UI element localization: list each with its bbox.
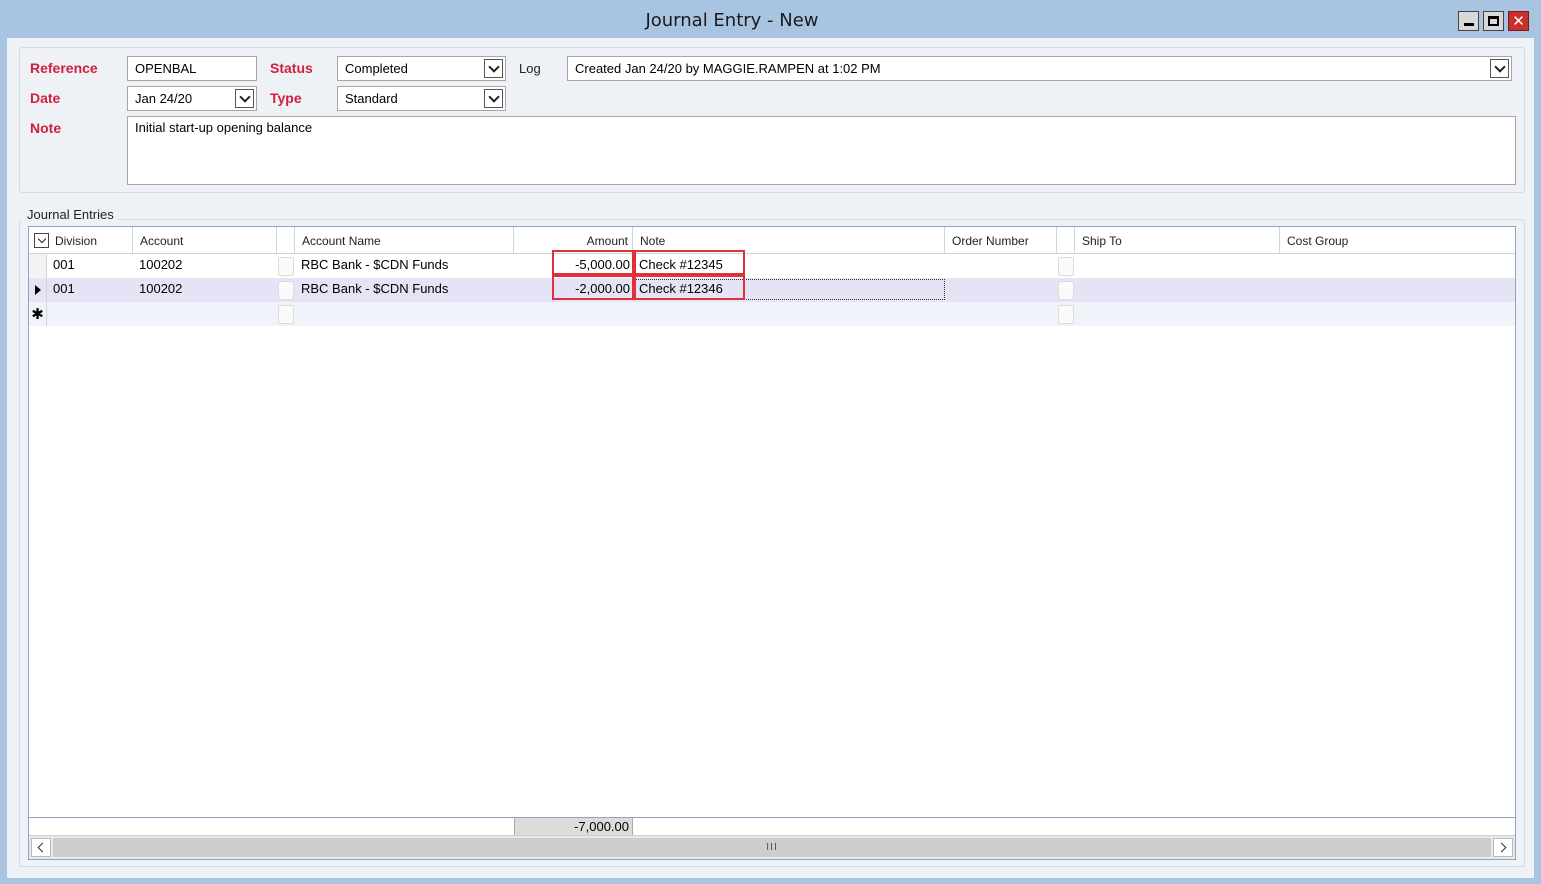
status-label: Status — [270, 60, 313, 76]
column-header-cost-group[interactable]: Cost Group — [1280, 227, 1515, 254]
reference-input[interactable]: OPENBAL — [127, 56, 257, 81]
column-header-spacer — [277, 227, 295, 254]
account-lookup-button[interactable] — [278, 257, 294, 276]
account-lookup-button[interactable] — [278, 305, 294, 324]
type-label: Type — [270, 90, 302, 106]
journal-entries-title: Journal Entries — [21, 207, 119, 222]
account-lookup-button[interactable] — [278, 281, 294, 300]
cell-note[interactable]: Check #12346 — [636, 278, 945, 302]
amount-total: -7,000.00 — [514, 818, 633, 835]
new-row[interactable]: ✱ — [29, 302, 1515, 326]
column-header-spacer — [1057, 227, 1075, 254]
chevron-left-icon — [37, 842, 48, 853]
grid-footer: -7,000.00 — [29, 817, 1515, 835]
maximize-icon — [1488, 16, 1499, 26]
column-header-account[interactable]: Account — [133, 227, 277, 254]
chevron-right-icon — [1496, 842, 1507, 853]
column-header-account-name[interactable]: Account Name — [295, 227, 514, 254]
column-header-ship-to[interactable]: Ship To — [1075, 227, 1280, 254]
cell-account[interactable]: 100202 — [136, 254, 277, 278]
row-header[interactable] — [29, 254, 47, 278]
window-title: Journal Entry - New — [645, 10, 819, 31]
cell-account-name[interactable]: RBC Bank - $CDN Funds — [298, 254, 514, 278]
cell-ship-to[interactable] — [1078, 254, 1280, 278]
log-label: Log — [519, 61, 541, 76]
table-row[interactable]: 001 100202 RBC Bank - $CDN Funds -5,000.… — [29, 254, 1515, 278]
date-dropdown-button[interactable] — [235, 89, 254, 108]
log-select[interactable]: Created Jan 24/20 by MAGGIE.RAMPEN at 1:… — [567, 56, 1512, 81]
chevron-down-icon — [1493, 60, 1506, 73]
cell-note[interactable]: Check #12345 — [636, 254, 945, 278]
log-dropdown-button[interactable] — [1490, 59, 1509, 78]
row-header[interactable]: ✱ — [29, 302, 47, 326]
scroll-right-button[interactable] — [1493, 838, 1513, 857]
cell-account[interactable]: 100202 — [136, 278, 277, 302]
date-label: Date — [30, 90, 61, 106]
scroll-thumb[interactable]: III — [53, 838, 1491, 857]
ship-to-lookup-button[interactable] — [1058, 257, 1074, 276]
status-value: Completed — [345, 61, 408, 76]
type-value: Standard — [345, 91, 398, 106]
minimize-icon — [1463, 23, 1474, 26]
column-header-note[interactable]: Note — [633, 227, 945, 254]
close-icon: ✕ — [1512, 11, 1525, 30]
window-client: Reference OPENBAL Status Completed Log C… — [7, 38, 1534, 878]
ship-to-lookup-button[interactable] — [1058, 305, 1074, 324]
cell-division[interactable]: 001 — [50, 278, 133, 302]
column-header-order-number[interactable]: Order Number — [945, 227, 1057, 254]
log-value: Created Jan 24/20 by MAGGIE.RAMPEN at 1:… — [575, 61, 881, 76]
reference-label: Reference — [30, 60, 98, 76]
cell-amount[interactable]: -5,000.00 — [514, 254, 633, 278]
new-row-star-icon: ✱ — [31, 306, 44, 323]
chevron-down-icon — [238, 90, 251, 103]
chevron-down-icon — [37, 234, 46, 244]
column-header-division[interactable]: Division — [48, 227, 133, 254]
cell-order-number[interactable] — [948, 254, 1057, 278]
column-header-amount[interactable]: Amount — [514, 227, 633, 254]
scroll-grip: III — [766, 842, 778, 853]
date-picker[interactable]: Jan 24/20 — [127, 86, 257, 111]
type-dropdown-button[interactable] — [484, 89, 503, 108]
note-textarea[interactable]: Initial start-up opening balance — [127, 116, 1516, 185]
maximize-button[interactable] — [1483, 11, 1504, 31]
cell-division[interactable]: 001 — [50, 254, 133, 278]
cell-account-name[interactable]: RBC Bank - $CDN Funds — [298, 278, 514, 302]
status-dropdown-button[interactable] — [484, 59, 503, 78]
row-header[interactable] — [29, 278, 47, 302]
grid-header: Division Account Account Name Amount Not… — [29, 227, 1515, 254]
chevron-down-icon — [487, 90, 500, 103]
horizontal-scrollbar[interactable]: III — [29, 835, 1515, 859]
type-select[interactable]: Standard — [337, 86, 506, 111]
journal-entries-grid[interactable]: Division Account Account Name Amount Not… — [28, 226, 1516, 860]
scroll-left-button[interactable] — [31, 838, 51, 857]
cell-cost-group[interactable] — [1283, 278, 1515, 302]
minimize-button[interactable] — [1458, 11, 1479, 31]
ship-to-lookup-button[interactable] — [1058, 281, 1074, 300]
date-value: Jan 24/20 — [135, 91, 193, 106]
cell-ship-to[interactable] — [1078, 278, 1280, 302]
row-pointer-icon — [34, 285, 41, 295]
chevron-down-icon — [487, 60, 500, 73]
cell-amount[interactable]: -2,000.00 — [514, 278, 633, 302]
cell-cost-group[interactable] — [1283, 254, 1515, 278]
column-chooser-button[interactable] — [34, 233, 49, 248]
cell-order-number[interactable] — [948, 278, 1057, 302]
table-row[interactable]: 001 100202 RBC Bank - $CDN Funds -2,000.… — [29, 278, 1515, 302]
close-button[interactable]: ✕ — [1508, 11, 1529, 31]
note-label: Note — [30, 120, 62, 136]
status-select[interactable]: Completed — [337, 56, 506, 81]
title-bar[interactable]: Journal Entry - New ✕ — [0, 0, 1541, 38]
